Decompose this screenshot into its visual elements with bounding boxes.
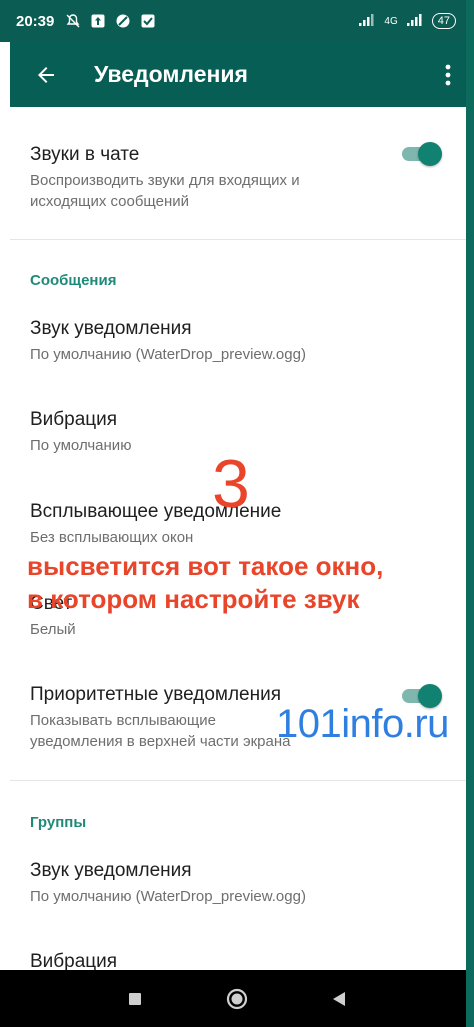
network-type-label: 4G (384, 15, 398, 27)
home-circle-icon[interactable] (225, 987, 249, 1011)
watermark: 101info.ru (276, 702, 449, 746)
chat-sounds-toggle[interactable] (402, 142, 442, 166)
settings-list: Звуки в чате Воспроизводить звуки для вх… (10, 107, 466, 970)
divider (10, 239, 466, 240)
recents-square-icon[interactable] (123, 987, 147, 1011)
page-title: Уведомления (94, 61, 248, 87)
setting-summary: Воспроизводить звуки для входящих и исхо… (30, 170, 360, 212)
screen: 20:39 4G 47 Уведомления Звуки в чате Вос… (0, 0, 474, 1027)
setting-summary: Белый (30, 621, 76, 638)
setting-title: Вибрация (30, 409, 118, 430)
check-box-icon (139, 13, 156, 30)
back-triangle-icon[interactable] (327, 987, 351, 1011)
setting-chat-sounds[interactable]: Звуки в чате Воспроизводить звуки для вх… (30, 143, 360, 212)
status-system-icons: 4G 47 (358, 13, 456, 30)
setting-title: Вибрация (30, 951, 118, 970)
status-notification-icons (64, 13, 156, 30)
setting-summary: По умолчанию (WaterDrop_preview.ogg) (30, 888, 306, 905)
instruction-annotation: высветится вот такое окно, в котором нас… (27, 550, 427, 616)
back-arrow-icon[interactable] (22, 51, 70, 99)
divider (10, 780, 466, 781)
upload-icon (89, 13, 106, 30)
setting-title: Звук уведомления (30, 860, 192, 881)
signal-icon-secondary (406, 13, 424, 30)
instruction-line: в котором настройте звук (27, 584, 360, 614)
signal-icon (358, 13, 376, 30)
more-options-icon[interactable] (430, 51, 466, 99)
section-header-groups: Группы (30, 814, 87, 831)
summary-line: Воспроизводить звуки для входящих и (30, 172, 300, 189)
setting-group-notification-sound[interactable]: Звук уведомления По умолчанию (WaterDrop… (30, 859, 450, 907)
app-bar: Уведомления (10, 42, 466, 107)
toggle-thumb (418, 142, 442, 166)
summary-line: исходящих сообщений (30, 193, 189, 210)
instruction-line: высветится вот такое окно, (27, 551, 384, 581)
battery-indicator: 47 (431, 13, 456, 29)
blocked-icon (114, 13, 131, 30)
setting-summary: По умолчанию (WaterDrop_preview.ogg) (30, 346, 306, 363)
mute-bell-icon (64, 13, 81, 30)
status-time: 20:39 (16, 12, 55, 30)
section-header-messages: Сообщения (30, 272, 117, 289)
step-number-annotation: 3 (212, 446, 250, 522)
setting-title: Звуки в чате (30, 144, 140, 165)
system-nav-bar (0, 970, 474, 1027)
setting-group-vibration[interactable]: Вибрация (30, 950, 450, 970)
screen-edge (466, 0, 474, 1027)
setting-message-notification-sound[interactable]: Звук уведомления По умолчанию (WaterDrop… (30, 317, 450, 365)
status-bar: 20:39 4G 47 (0, 0, 474, 42)
setting-summary: Без всплывающих окон (30, 529, 194, 546)
setting-title: Звук уведомления (30, 318, 192, 339)
